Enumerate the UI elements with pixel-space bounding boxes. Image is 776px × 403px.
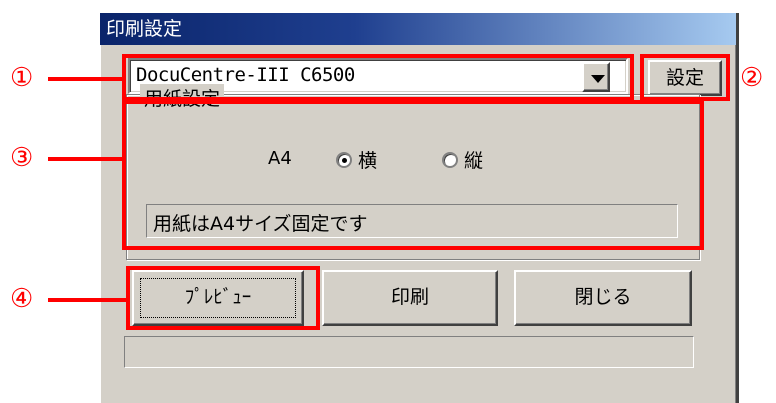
annotation-line-1 — [48, 77, 122, 81]
annotation-label-3: ③ — [10, 143, 34, 173]
status-bar — [124, 336, 694, 368]
close-button[interactable]: 閉じる — [514, 270, 692, 326]
annotation-box-preview — [126, 266, 320, 330]
annotation-box-settings — [640, 54, 730, 101]
annotation-label-1: ① — [10, 63, 34, 93]
annotation-label-2: ② — [740, 63, 764, 93]
title-bar[interactable]: 印刷設定 — [100, 13, 736, 45]
annotation-line-3 — [48, 157, 122, 161]
annotation-box-paper — [122, 100, 704, 250]
annotation-box-printer — [122, 54, 634, 101]
annotation-line-4 — [48, 298, 126, 302]
annotation-label-4: ④ — [10, 284, 34, 314]
window-title: 印刷設定 — [106, 18, 183, 40]
print-button[interactable]: 印刷 — [322, 270, 498, 326]
